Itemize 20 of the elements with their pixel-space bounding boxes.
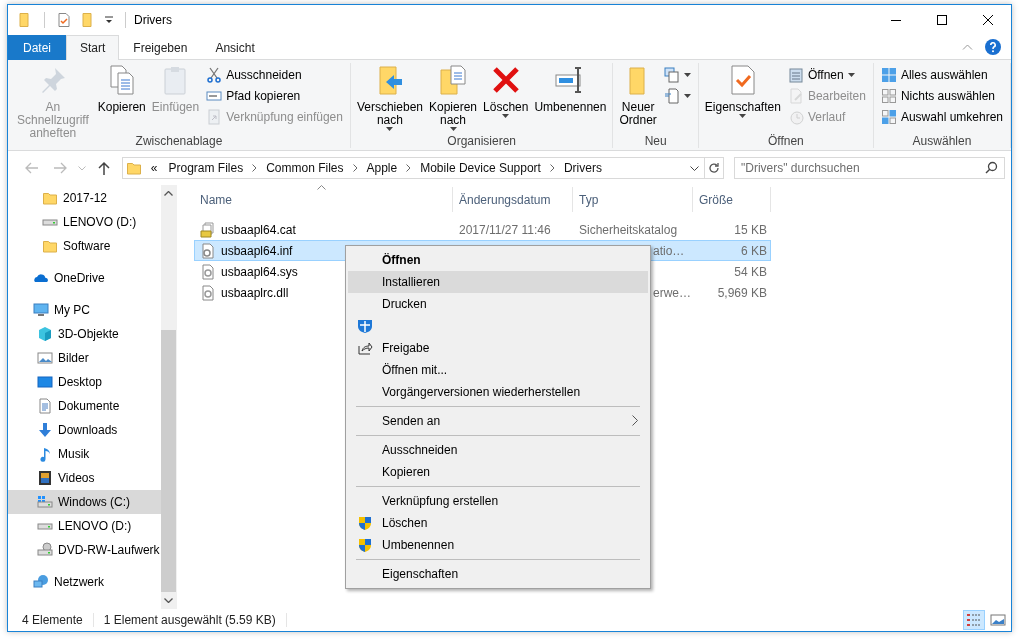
size-cell: 5,969 KB bbox=[717, 285, 767, 300]
selection-info: 1 Element ausgewählt (5.59 KB) bbox=[103, 613, 276, 627]
group-label: Zwischenablage bbox=[134, 134, 224, 148]
window-title: Drivers bbox=[134, 13, 173, 27]
type-cell: erwe… bbox=[653, 285, 691, 300]
size-cell: 54 KB bbox=[734, 264, 767, 279]
type-cell: Sicherheitskatalog bbox=[579, 222, 678, 237]
item-count: 4 Elemente bbox=[22, 613, 83, 627]
size-cell: 6 KB bbox=[741, 243, 767, 258]
file-name: usbaapl64.inf bbox=[221, 243, 293, 258]
group-label: Organisieren bbox=[446, 134, 518, 148]
size-cell: 15 KB bbox=[734, 222, 767, 237]
group-label: Auswählen bbox=[911, 134, 973, 148]
group-label: Öffnen bbox=[766, 134, 805, 148]
file-name: usbaapl64.cat bbox=[221, 222, 296, 237]
file-name: usbaaplrc.dll bbox=[221, 285, 289, 300]
date-cell: 2017/11/27 11:46 bbox=[459, 222, 551, 237]
group-label: Neu bbox=[643, 134, 668, 148]
type-cell: atio… bbox=[653, 243, 685, 258]
file-name: usbaapl64.sys bbox=[221, 264, 298, 279]
